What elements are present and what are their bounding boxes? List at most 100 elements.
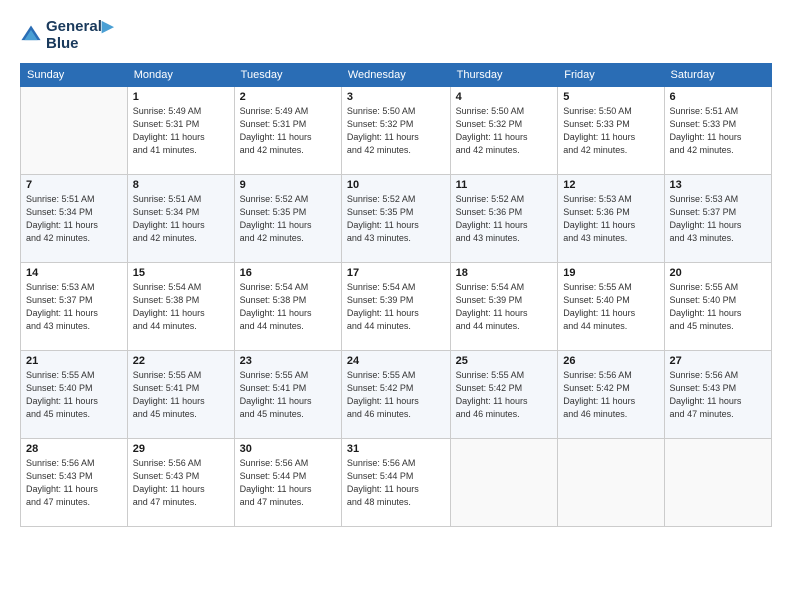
day-number: 30 [240,443,336,455]
day-info: Sunrise: 5:56 AMSunset: 5:43 PMDaylight:… [670,369,766,421]
weekday-header-sunday: Sunday [21,63,128,86]
day-info: Sunrise: 5:52 AMSunset: 5:35 PMDaylight:… [347,193,445,245]
day-number: 15 [133,267,229,279]
day-info: Sunrise: 5:56 AMSunset: 5:44 PMDaylight:… [240,457,336,509]
day-number: 10 [347,179,445,191]
day-info: Sunrise: 5:49 AMSunset: 5:31 PMDaylight:… [133,105,229,157]
calendar-cell [664,438,771,526]
day-info: Sunrise: 5:54 AMSunset: 5:38 PMDaylight:… [240,281,336,333]
day-info: Sunrise: 5:53 AMSunset: 5:37 PMDaylight:… [26,281,122,333]
calendar-cell: 27Sunrise: 5:56 AMSunset: 5:43 PMDayligh… [664,350,771,438]
calendar-cell: 19 Sunrise: 5:55 AMSunset: 5:40 PMDayligh… [558,262,664,350]
day-info: Sunrise: 5:54 AMSunset: 5:39 PMDaylight:… [347,281,445,333]
day-number: 16 [240,267,336,279]
day-number: 12 [563,179,658,191]
day-number: 3 [347,91,445,103]
calendar-cell: 12 Sunrise: 5:53 AMSunset: 5:36 PMDayligh… [558,174,664,262]
calendar-cell [450,438,558,526]
day-info: Sunrise: 5:55 AMSunset: 5:40 PMDaylight:… [26,369,122,421]
day-number: 14 [26,267,122,279]
day-number: 18 [456,267,553,279]
day-info: Sunrise: 5:52 AMSunset: 5:36 PMDaylight:… [456,193,553,245]
logo-icon [20,24,42,46]
day-number: 26 [563,355,658,367]
day-info: Sunrise: 5:55 AMSunset: 5:41 PMDaylight:… [133,369,229,421]
calendar-cell: 31Sunrise: 5:56 AMSunset: 5:44 PMDayligh… [341,438,450,526]
calendar-cell: 22Sunrise: 5:55 AMSunset: 5:41 PMDayligh… [127,350,234,438]
day-number: 24 [347,355,445,367]
day-number: 9 [240,179,336,191]
weekday-header-monday: Monday [127,63,234,86]
calendar-table: SundayMondayTuesdayWednesdayThursdayFrid… [20,63,772,527]
day-info: Sunrise: 5:54 AMSunset: 5:39 PMDaylight:… [456,281,553,333]
day-number: 20 [670,267,766,279]
day-number: 21 [26,355,122,367]
calendar-cell: 18 Sunrise: 5:54 AMSunset: 5:39 PMDayligh… [450,262,558,350]
day-info: Sunrise: 5:56 AMSunset: 5:42 PMDaylight:… [563,369,658,421]
day-info: Sunrise: 5:55 AMSunset: 5:42 PMDaylight:… [456,369,553,421]
calendar-cell: 10 Sunrise: 5:52 AMSunset: 5:35 PMDayligh… [341,174,450,262]
day-info: Sunrise: 5:51 AMSunset: 5:34 PMDaylight:… [26,193,122,245]
day-number: 23 [240,355,336,367]
day-info: Sunrise: 5:51 AMSunset: 5:33 PMDaylight:… [670,105,766,157]
calendar-cell: 2 Sunrise: 5:49 AMSunset: 5:31 PMDaylight… [234,86,341,174]
calendar-cell: 11Sunrise: 5:52 AMSunset: 5:36 PMDayligh… [450,174,558,262]
day-info: Sunrise: 5:53 AMSunset: 5:36 PMDaylight:… [563,193,658,245]
page-header: General▶ Blue [20,18,772,53]
day-info: Sunrise: 5:50 AMSunset: 5:32 PMDaylight:… [456,105,553,157]
day-number: 7 [26,179,122,191]
calendar-cell: 8Sunrise: 5:51 AMSunset: 5:34 PMDaylight… [127,174,234,262]
logo: General▶ Blue [20,18,113,53]
calendar-cell: 4 Sunrise: 5:50 AMSunset: 5:32 PMDaylight… [450,86,558,174]
day-number: 4 [456,91,553,103]
weekday-header-saturday: Saturday [664,63,771,86]
day-info: Sunrise: 5:55 AMSunset: 5:40 PMDaylight:… [670,281,766,333]
calendar-cell: 21 Sunrise: 5:55 AMSunset: 5:40 PMDayligh… [21,350,128,438]
calendar-cell: 9 Sunrise: 5:52 AMSunset: 5:35 PMDaylight… [234,174,341,262]
calendar-cell: 7 Sunrise: 5:51 AMSunset: 5:34 PMDaylight… [21,174,128,262]
day-info: Sunrise: 5:55 AMSunset: 5:42 PMDaylight:… [347,369,445,421]
day-number: 5 [563,91,658,103]
weekday-header-friday: Friday [558,63,664,86]
weekday-header-wednesday: Wednesday [341,63,450,86]
calendar-cell: 1 Sunrise: 5:49 AMSunset: 5:31 PMDaylight… [127,86,234,174]
calendar-cell: 28 Sunrise: 5:56 AMSunset: 5:43 PMDayligh… [21,438,128,526]
day-number: 31 [347,443,445,455]
day-number: 2 [240,91,336,103]
calendar-cell: 20 Sunrise: 5:55 AMSunset: 5:40 PMDayligh… [664,262,771,350]
day-number: 28 [26,443,122,455]
day-number: 17 [347,267,445,279]
calendar-cell: 3 Sunrise: 5:50 AMSunset: 5:32 PMDaylight… [341,86,450,174]
calendar-cell: 23 Sunrise: 5:55 AMSunset: 5:41 PMDayligh… [234,350,341,438]
calendar-cell: 17 Sunrise: 5:54 AMSunset: 5:39 PMDayligh… [341,262,450,350]
day-info: Sunrise: 5:56 AMSunset: 5:43 PMDaylight:… [26,457,122,509]
logo-text: General▶ Blue [46,18,113,53]
day-info: Sunrise: 5:50 AMSunset: 5:32 PMDaylight:… [347,105,445,157]
day-number: 19 [563,267,658,279]
day-info: Sunrise: 5:49 AMSunset: 5:31 PMDaylight:… [240,105,336,157]
day-info: Sunrise: 5:55 AMSunset: 5:41 PMDaylight:… [240,369,336,421]
day-info: Sunrise: 5:53 AMSunset: 5:37 PMDaylight:… [670,193,766,245]
day-info: Sunrise: 5:56 AMSunset: 5:43 PMDaylight:… [133,457,229,509]
calendar-cell [21,86,128,174]
calendar-cell: 13 Sunrise: 5:53 AMSunset: 5:37 PMDayligh… [664,174,771,262]
day-info: Sunrise: 5:50 AMSunset: 5:33 PMDaylight:… [563,105,658,157]
day-number: 8 [133,179,229,191]
day-info: Sunrise: 5:55 AMSunset: 5:40 PMDaylight:… [563,281,658,333]
calendar-cell: 5 Sunrise: 5:50 AMSunset: 5:33 PMDaylight… [558,86,664,174]
day-info: Sunrise: 5:54 AMSunset: 5:38 PMDaylight:… [133,281,229,333]
calendar-cell: 25 Sunrise: 5:55 AMSunset: 5:42 PMDayligh… [450,350,558,438]
calendar-cell: 14 Sunrise: 5:53 AMSunset: 5:37 PMDayligh… [21,262,128,350]
calendar-cell: 6 Sunrise: 5:51 AMSunset: 5:33 PMDaylight… [664,86,771,174]
day-number: 25 [456,355,553,367]
weekday-header-tuesday: Tuesday [234,63,341,86]
day-number: 13 [670,179,766,191]
calendar-cell: 16 Sunrise: 5:54 AMSunset: 5:38 PMDayligh… [234,262,341,350]
day-number: 1 [133,91,229,103]
weekday-header-thursday: Thursday [450,63,558,86]
day-number: 6 [670,91,766,103]
calendar-cell: 15 Sunrise: 5:54 AMSunset: 5:38 PMDayligh… [127,262,234,350]
calendar-cell: 24 Sunrise: 5:55 AMSunset: 5:42 PMDayligh… [341,350,450,438]
calendar-cell: 26 Sunrise: 5:56 AMSunset: 5:42 PMDayligh… [558,350,664,438]
day-info: Sunrise: 5:52 AMSunset: 5:35 PMDaylight:… [240,193,336,245]
